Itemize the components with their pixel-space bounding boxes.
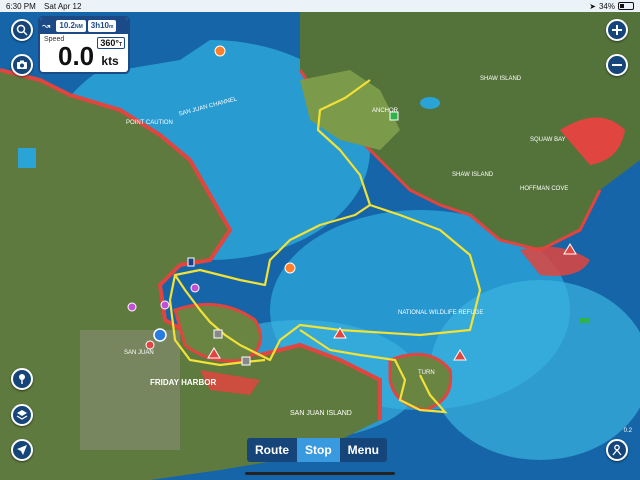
zoom-in-button[interactable] bbox=[606, 19, 628, 41]
label-national-wildlife: NATIONAL WILDLIFE REFUGE bbox=[398, 310, 484, 316]
user-icon bbox=[612, 444, 622, 456]
pin-icon bbox=[19, 374, 25, 384]
plus-icon bbox=[612, 25, 622, 35]
speed-value: 0.0 bbox=[58, 41, 95, 71]
layers-button[interactable] bbox=[11, 404, 33, 426]
user-button[interactable] bbox=[606, 439, 628, 461]
location-arrow-icon: ➤ bbox=[589, 1, 596, 11]
bottom-toolbar: Route Stop Menu bbox=[247, 438, 388, 462]
label-san-juan-island: SAN JUAN ISLAND bbox=[290, 410, 352, 417]
minus-icon bbox=[612, 64, 622, 66]
home-indicator[interactable] bbox=[245, 472, 395, 475]
track-icon: ↝ bbox=[42, 20, 51, 32]
locate-button[interactable] bbox=[11, 439, 33, 461]
distance-chip: 10.2NM bbox=[56, 20, 86, 32]
label-anchor: ANCHOR bbox=[372, 108, 399, 114]
status-bar: 6:30 PM Sat Apr 12 ➤ 34% bbox=[0, 0, 640, 12]
battery-percent: 34% bbox=[598, 1, 615, 11]
battery-icon bbox=[618, 2, 634, 10]
label-san-juan: SAN JUAN bbox=[124, 350, 154, 356]
label-squaw-bay: SQUAW BAY bbox=[530, 137, 566, 143]
label-hoffman-cove: HOFFMAN COVE bbox=[520, 186, 569, 192]
label-friday-harbor: FRIDAY HARBOR bbox=[150, 378, 217, 387]
map-scale: 0.2 bbox=[623, 428, 632, 434]
search-icon bbox=[16, 24, 28, 36]
status-date: Sat Apr 12 bbox=[44, 1, 82, 11]
layers-icon bbox=[16, 410, 28, 420]
status-time: 6:30 PM bbox=[6, 1, 36, 11]
zoom-out-button[interactable] bbox=[606, 54, 628, 76]
instrument-panel[interactable]: ↝ 10.2NM 3h10m Speed 360°T 0.0 kts bbox=[38, 16, 130, 74]
stop-button[interactable]: Stop bbox=[297, 438, 340, 462]
label-turn: TURN bbox=[418, 370, 435, 376]
camera-icon bbox=[17, 60, 27, 69]
search-button[interactable] bbox=[11, 19, 33, 41]
speed-readout: 0.0 kts bbox=[58, 41, 119, 72]
label-shaw-island: SHAW ISLAND bbox=[452, 172, 494, 178]
pin-button[interactable] bbox=[11, 368, 33, 390]
label-shaw-island-north: SHAW ISLAND bbox=[480, 76, 522, 82]
location-arrow-icon bbox=[17, 445, 27, 455]
speed-unit: kts bbox=[101, 54, 119, 68]
label-point-caution: POINT CAUTION bbox=[126, 120, 173, 126]
route-button[interactable]: Route bbox=[247, 438, 297, 462]
menu-button[interactable]: Menu bbox=[340, 438, 387, 462]
duration-chip: 3h10m bbox=[87, 20, 117, 32]
camera-button[interactable] bbox=[11, 54, 33, 76]
